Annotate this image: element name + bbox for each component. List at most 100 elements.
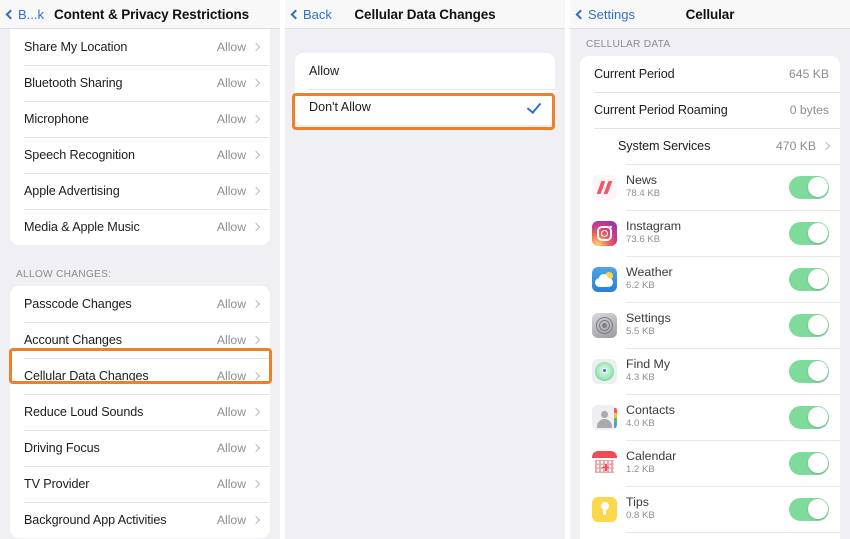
- toggle-switch[interactable]: [789, 313, 829, 337]
- app-row-calendar[interactable]: Calendar 1.2 KB: [580, 440, 840, 486]
- row-label: Current Period: [594, 67, 675, 81]
- top-gap: [285, 29, 565, 53]
- list-item[interactable]: Apple Advertising Allow: [10, 173, 270, 209]
- toggle-switch[interactable]: [789, 221, 829, 245]
- row-accessory: Allow: [216, 184, 261, 198]
- list-item[interactable]: Media & Apple Music Allow: [10, 209, 270, 245]
- app-size: 73.6 KB: [626, 234, 661, 246]
- contacts-icon: [592, 404, 617, 430]
- app-row-contacts[interactable]: Contacts 4.0 KB: [580, 394, 840, 440]
- panel-content-privacy-restrictions: B...k Content & Privacy Restrictions Sha…: [0, 0, 280, 539]
- navbar-panel1: B...k Content & Privacy Restrictions: [0, 0, 280, 29]
- app-text: Settings 5.5 KB: [626, 311, 789, 339]
- toggle-switch[interactable]: [789, 451, 829, 475]
- row-value: Allow: [216, 405, 246, 419]
- list-item[interactable]: Account Changes Allow: [10, 322, 270, 358]
- list-item[interactable]: Bluetooth Sharing Allow: [10, 65, 270, 101]
- list-item[interactable]: Speech Recognition Allow: [10, 137, 270, 173]
- app-size: 0.8 KB: [626, 510, 655, 522]
- row-value: Allow: [216, 148, 246, 162]
- section-header-allow-changes: ALLOW CHANGES:: [16, 269, 112, 280]
- app-row-settings[interactable]: Settings 5.5 KB: [580, 302, 840, 348]
- chevron-right-icon: [251, 42, 261, 52]
- app-name: Calendar: [626, 449, 677, 464]
- app-row-tips[interactable]: Tips 0.8 KB: [580, 486, 840, 532]
- row-label: Share My Location: [24, 40, 128, 54]
- app-row-news[interactable]: News 78.4 KB: [580, 164, 840, 210]
- toggle-switch[interactable]: [789, 405, 829, 429]
- list-item[interactable]: Background App Activities Allow: [10, 502, 270, 538]
- list-item[interactable]: Driving Focus Allow: [10, 430, 270, 466]
- tips-icon: [592, 496, 617, 522]
- page-title-panel1: Content & Privacy Restrictions: [54, 6, 250, 22]
- toggle-switch[interactable]: [789, 175, 829, 199]
- option-dont-allow[interactable]: Don't Allow: [295, 89, 555, 125]
- list-item[interactable]: Passcode Changes Allow: [10, 286, 270, 322]
- list-item[interactable]: Microphone Allow: [10, 101, 270, 137]
- chevron-left-icon: [5, 9, 16, 19]
- panel-cellular-data-changes: Back Cellular Data Changes Allow Don't A…: [285, 0, 565, 539]
- app-name: News: [626, 173, 657, 188]
- list-item-cellular-data-changes[interactable]: Cellular Data Changes Allow: [10, 358, 270, 394]
- allow-changes-card: Passcode Changes Allow Account Changes A…: [10, 286, 270, 538]
- list-item-system-services[interactable]: System Services 470 KB: [580, 128, 840, 164]
- row-label: Media & Apple Music: [24, 220, 140, 234]
- row-label: Driving Focus: [24, 441, 100, 455]
- toggle-switch[interactable]: [789, 497, 829, 521]
- row-accessory: Allow: [216, 220, 261, 234]
- app-row-partial[interactable]: [580, 532, 840, 539]
- row-label: Current Period Roaming: [594, 103, 728, 117]
- list-item[interactable]: TV Provider Allow: [10, 466, 270, 502]
- back-button-panel1[interactable]: B...k: [5, 7, 44, 22]
- option-label: Allow: [309, 64, 340, 78]
- app-text: Tips 0.8 KB: [626, 495, 789, 523]
- back-button-panel2[interactable]: Back: [290, 7, 332, 22]
- find-my-icon: [592, 358, 617, 384]
- app-row-instagram[interactable]: Instagram 73.6 KB: [580, 210, 840, 256]
- chevron-right-icon: [251, 335, 261, 345]
- scroll-area-panel3[interactable]: CELLULAR DATA Current Period 645 KB Curr…: [570, 29, 850, 539]
- row-value: Allow: [216, 441, 246, 455]
- app-row-weather[interactable]: Weather 6.2 KB: [580, 256, 840, 302]
- app-row-find-my[interactable]: Find My 4.3 KB: [580, 348, 840, 394]
- toggle-switch[interactable]: [789, 359, 829, 383]
- allow-options-card: Allow Don't Allow: [295, 53, 555, 125]
- row-value: Allow: [216, 76, 246, 90]
- row-value: Allow: [216, 220, 246, 234]
- list-item-current-period[interactable]: Current Period 645 KB: [580, 56, 840, 92]
- row-accessory: 470 KB: [776, 139, 831, 153]
- app-text: Weather 6.2 KB: [626, 265, 789, 293]
- row-value: Allow: [216, 184, 246, 198]
- row-label: Cellular Data Changes: [24, 369, 149, 383]
- checkmark-icon: [527, 100, 541, 114]
- chevron-right-icon: [251, 150, 261, 160]
- row-value: Allow: [216, 112, 246, 126]
- scroll-area-panel2[interactable]: Allow Don't Allow: [285, 29, 565, 539]
- toggle-knob: [807, 361, 828, 381]
- row-accessory: Allow: [217, 333, 261, 347]
- app-text: News 78.4 KB: [626, 173, 789, 201]
- toggle-knob: [807, 453, 828, 473]
- toggle-knob: [807, 223, 828, 243]
- row-accessory: Allow: [217, 369, 261, 383]
- chevron-left-icon: [575, 9, 586, 19]
- chevron-right-icon: [251, 114, 261, 124]
- row-accessory: Allow: [216, 76, 261, 90]
- scroll-area-panel1[interactable]: Share My Location Allow Bluetooth Sharin…: [0, 29, 280, 539]
- row-label: TV Provider: [24, 477, 90, 491]
- list-item[interactable]: Share My Location Allow: [10, 29, 270, 65]
- row-accessory: 645 KB: [789, 67, 829, 81]
- privacy-list-card: Share My Location Allow Bluetooth Sharin…: [10, 29, 270, 245]
- back-button-panel3[interactable]: Settings: [575, 6, 635, 22]
- top-gap: [570, 29, 850, 39]
- chevron-right-icon: [251, 186, 261, 196]
- option-allow[interactable]: Allow: [295, 53, 555, 89]
- back-button-label: Settings: [588, 6, 635, 22]
- list-item-current-period-roaming[interactable]: Current Period Roaming 0 bytes: [580, 92, 840, 128]
- app-size: 6.2 KB: [626, 280, 655, 292]
- toggle-switch[interactable]: [789, 267, 829, 291]
- row-accessory: Allow: [216, 112, 261, 126]
- list-item[interactable]: Reduce Loud Sounds Allow: [10, 394, 270, 430]
- row-value: Allow: [216, 477, 246, 491]
